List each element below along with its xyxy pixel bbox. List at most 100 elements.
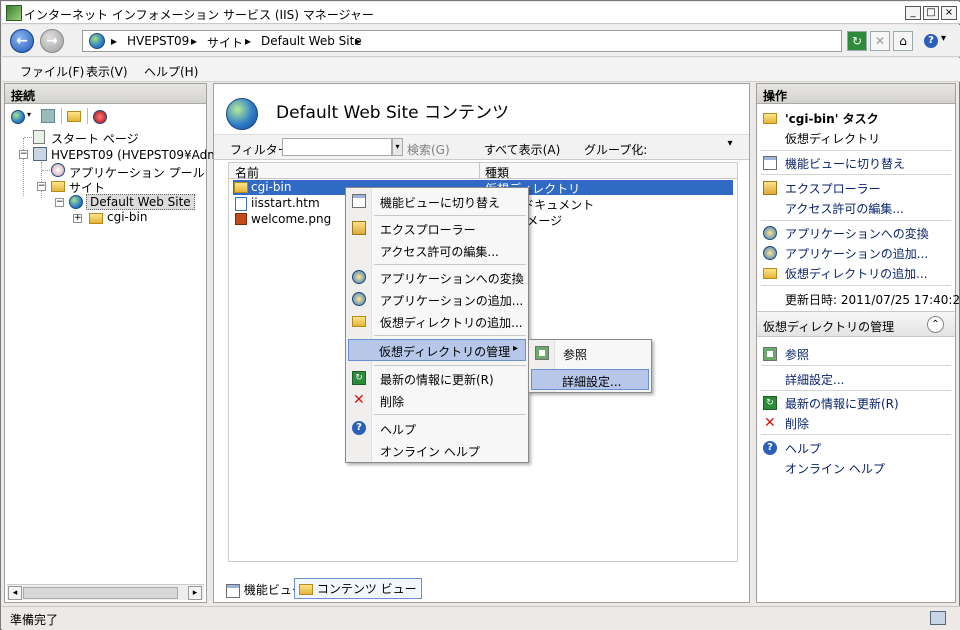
menu-item-convert-to-app[interactable]: アプリケーションへの変換 [348,267,526,287]
column-name[interactable]: 名前 [235,164,259,181]
menu-item-label: 仮想ディレクトリの追加... [380,316,523,330]
toolbar-overflow-icon[interactable]: ▾ [724,138,736,158]
connections-pane: 接続 ▾ スタート ページ − HVEPST09 (HVEPST09¥Admir… [4,83,227,603]
refresh-icon[interactable]: ↻ [847,31,867,51]
menu-item-delete[interactable]: ✕ 削除 [348,390,526,410]
stop-icon[interactable]: ✕ [870,31,890,51]
status-bar: 準備完了 [2,606,960,630]
breadcrumb-sites[interactable]: サイト [207,34,243,51]
filter-input[interactable] [282,138,392,156]
add-vdir-icon [763,268,777,279]
scroll-right-icon[interactable]: ▸ [188,586,202,600]
feature-view-icon [352,194,366,208]
tree-expander[interactable]: − [19,150,28,159]
menu-item-refresh[interactable]: ↻ 最新の情報に更新(R) [348,368,526,388]
menu-separator [374,335,526,336]
help-icon[interactable]: ? [924,34,938,48]
action-advanced-settings[interactable]: 詳細設定... [785,371,844,388]
action-help[interactable]: ヘルプ [785,440,821,457]
menu-item-add-vdir[interactable]: 仮想ディレクトリの追加... [348,311,526,331]
menu-item-online-help[interactable]: オンライン ヘルプ [348,440,526,460]
divider [761,285,951,286]
network-status-icon [930,611,946,625]
sites-icon [51,181,65,192]
tab-content-view[interactable]: コンテンツ ビュー [294,578,422,599]
vdir-task-icon [763,113,777,124]
updated-timestamp: 更新日時: 2011/07/25 17:40:22 [785,293,960,307]
column-divider[interactable] [479,163,480,179]
help-icon: ? [763,441,777,455]
divider [761,365,951,366]
connect-dropdown-icon[interactable]: ▾ [27,110,31,119]
manage-vdir-header[interactable]: 仮想ディレクトリの管理 ⌃ [757,311,955,337]
show-all-button[interactable]: すべて表示(A) [484,141,560,158]
toolbar-divider [87,108,88,124]
menu-item-label: 削除 [380,395,405,409]
scroll-thumb[interactable] [23,587,178,599]
divider [761,174,951,175]
tree-line [24,137,32,138]
tree-default-web-site[interactable]: Default Web Site [86,194,195,210]
browse-icon [535,346,549,360]
crumb-separator: ▸ [111,34,118,48]
save-icon[interactable] [41,109,55,123]
collapse-icon[interactable]: ⌃ [927,316,944,333]
action-online-help[interactable]: オンライン ヘルプ [785,460,885,477]
action-add-app[interactable]: アプリケーションの追加... [785,245,928,262]
home-icon[interactable]: ⌂ [893,31,913,51]
crumb-separator: ▸ [355,34,362,48]
up-folder-icon[interactable] [67,111,81,122]
menu-item-help[interactable]: ? ヘルプ [348,418,526,438]
action-browse[interactable]: 参照 [785,346,809,363]
address-toolbar: ← → ▸ HVEPST09 ▸ サイト ▸ Default Web Site … [2,25,960,57]
page-title: Default Web Site コンテンツ [276,103,510,123]
tree-cgi-bin[interactable]: cgi-bin [107,210,147,224]
action-edit-permissions[interactable]: アクセス許可の編集... [785,200,904,217]
tree-expander[interactable]: + [73,214,82,223]
scroll-left-icon[interactable]: ◂ [8,586,22,600]
disconnect-icon[interactable] [93,110,107,124]
tree-server[interactable]: HVEPST09 (HVEPST09¥Admir [51,148,227,162]
menu-item-label: ヘルプ [380,423,417,437]
submenu-item-advanced-settings[interactable]: 詳細設定... [531,369,649,390]
action-refresh[interactable]: 最新の情報に更新(R) [785,395,899,412]
menu-help[interactable]: ヘルプ(H) [144,63,198,80]
menu-view[interactable]: 表示(V) [86,63,128,80]
maximize-button[interactable]: □ [923,6,939,20]
submenu-item-browse[interactable]: 参照 [531,343,649,363]
forward-arrow-icon[interactable]: → [40,29,64,53]
menu-item-explorer[interactable]: エクスプローラー [348,218,526,238]
convert-app-icon [763,226,777,240]
menu-item-switch-feature-view[interactable]: 機能ビューに切り替え [348,191,526,211]
back-arrow-icon[interactable]: ← [10,29,34,53]
action-add-vdir[interactable]: 仮想ディレクトリの追加... [785,265,928,282]
divider [761,150,951,151]
close-button[interactable]: × [941,6,957,20]
horizontal-scrollbar[interactable]: ◂ ▸ [7,584,204,600]
breadcrumb-default-web-site[interactable]: Default Web Site [261,34,362,48]
address-bar[interactable]: ▸ HVEPST09 ▸ サイト ▸ Default Web Site ▸ [82,30,842,52]
action-delete[interactable]: 削除 [785,415,809,432]
breadcrumb-server[interactable]: HVEPST09 [127,34,189,48]
vdir-icon [89,213,103,224]
tree-expander[interactable]: − [37,182,46,191]
column-type[interactable]: 種類 [485,164,509,181]
menu-item-add-app[interactable]: アプリケーションの追加... [348,289,526,309]
window-title: インターネット インフォメーション サービス (IIS) マネージャー [24,8,374,22]
search-button[interactable]: 検索(G) [407,141,450,158]
filter-dropdown-icon[interactable]: ▾ [392,138,403,156]
tree-start-page[interactable]: スタート ページ [51,130,139,147]
menu-file[interactable]: ファイル(F) [20,63,84,80]
menu-item-manage-vdir[interactable]: 仮想ディレクトリの管理 ▸ [348,339,526,361]
tree-expander[interactable]: − [55,198,64,207]
connect-icon[interactable] [11,110,25,124]
title-bar: インターネット インフォメーション サービス (IIS) マネージャー _ □ … [2,2,960,24]
minimize-button[interactable]: _ [905,6,921,20]
action-explorer[interactable]: エクスプローラー [785,180,881,197]
feature-view-icon [226,583,240,598]
action-switch-feature-view[interactable]: 機能ビューに切り替え [785,155,905,172]
action-convert-to-app[interactable]: アプリケーションへの変換 [785,225,929,242]
help-dropdown-icon[interactable]: ▾ [941,33,946,44]
menu-item-edit-permissions[interactable]: アクセス許可の編集... [348,240,526,260]
submenu: 参照 詳細設定... [528,339,652,393]
